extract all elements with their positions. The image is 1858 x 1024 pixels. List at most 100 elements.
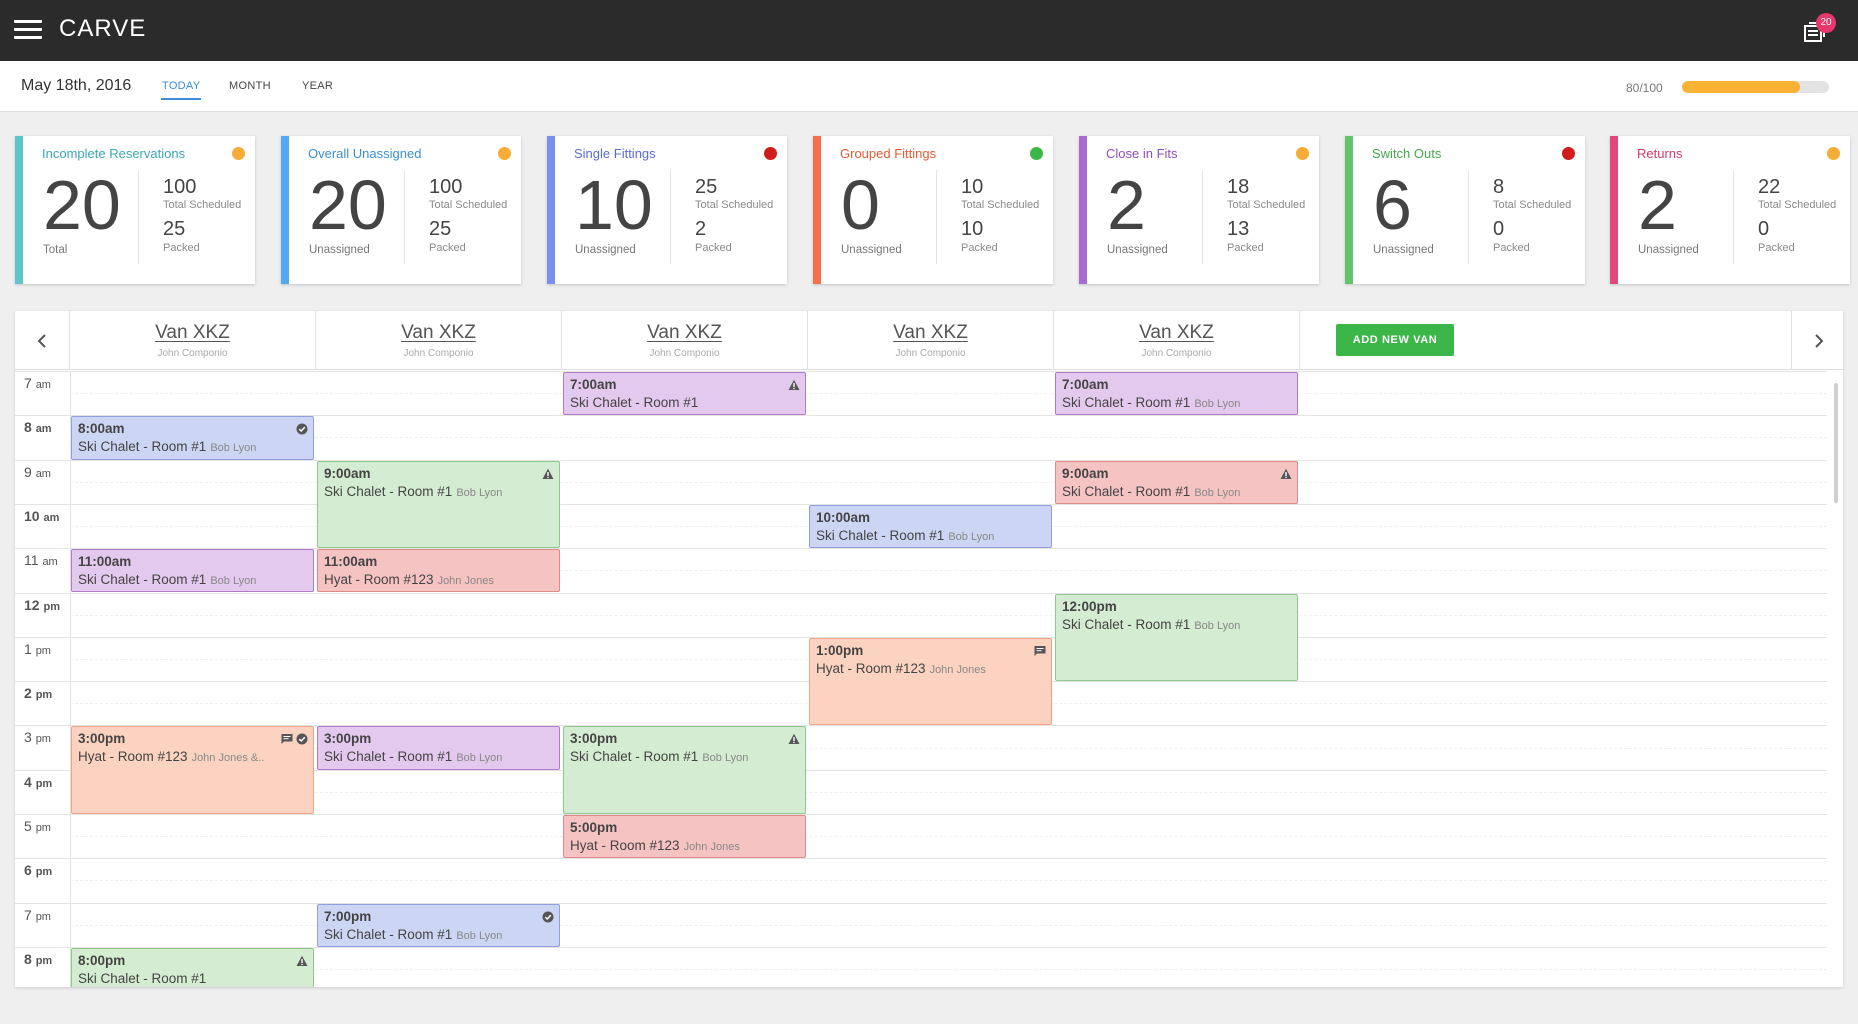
status-dot [764,147,777,160]
stat-card-scheduled-label: Total Scheduled [1227,199,1306,211]
schedule-event[interactable]: 11:00am Ski Chalet - Room #1 Bob Lyon [71,549,314,593]
tab-year[interactable]: YEAR [302,80,333,92]
schedule-event[interactable]: 9:00am Ski Chalet - Room #1 Bob Lyon [1055,460,1298,504]
schedule-event[interactable]: 3:00pm Ski Chalet - Room #1 Bob Lyon [563,726,806,814]
warning-icon [296,954,308,966]
hour-suffix: pm [35,777,53,790]
stat-card-scheduled-value: 100 [163,176,197,198]
van-name-link[interactable]: Van XKZ [1054,322,1299,344]
schedule-event[interactable]: 7:00pm Ski Chalet - Room #1 Bob Lyon [317,903,560,947]
schedule-event[interactable]: 10:00am Ski Chalet - Room #1 Bob Lyon [809,504,1052,549]
prev-arrow-button[interactable] [15,311,70,370]
event-status-icons [788,732,800,745]
stat-card-divider [1733,170,1734,264]
stat-card-packed-label: Packed [1493,242,1530,254]
schedule-event[interactable]: 5:00pm Hyat - Room #123 John Jones [563,815,806,859]
hour-label: 6 pm [24,862,52,878]
stat-card-scheduled-value: 22 [1758,176,1781,198]
event-time: 7:00am [1062,377,1109,392]
schedule-event[interactable]: 3:00pm Ski Chalet - Room #1 Bob Lyon [317,726,560,770]
stat-card[interactable]: Grouped Fittings 0 Unassigned 10 Total S… [813,136,1053,284]
stat-card-scheduled-label: Total Scheduled [961,199,1040,211]
stat-card-packed-label: Packed [1227,242,1264,254]
schedule-event[interactable]: 3:00pm Hyat - Room #123 John Jones &.. [71,726,314,814]
hour-label: 11 am [24,552,58,568]
van-driver: John Componio [649,348,720,359]
column-separator [1300,371,1301,987]
schedule-event[interactable]: 12:00pm Ski Chalet - Room #1 Bob Lyon [1055,593,1298,682]
stat-card-scheduled-value: 10 [961,176,984,198]
event-location: Hyat - Room #123 [324,572,434,588]
stat-card-packed-value: 2 [695,218,707,240]
app-logo[interactable]: CARVE [59,15,146,43]
stat-card-title: Incomplete Reservations [42,146,186,161]
stat-card[interactable]: Overall Unassigned 20 Unassigned 100 Tot… [281,136,521,284]
half-hour-gridline [70,836,1827,838]
stat-card[interactable]: Switch Outs 6 Unassigned 8 Total Schedul… [1345,136,1585,284]
hour-label: 8 pm [24,951,52,967]
half-hour-gridline [70,969,1827,971]
stat-card[interactable]: Single Fittings 10 Unassigned 25 Total S… [547,136,787,284]
stat-card-title: Returns [1637,146,1683,161]
event-person: Bob Lyon [456,486,503,499]
event-location: Ski Chalet - Room #1 [78,970,207,986]
stat-card-main-label: Unassigned [1373,244,1434,256]
schedule-event[interactable]: 8:00pm Ski Chalet - Room #1 [71,947,314,987]
stat-card-packed-value: 10 [961,218,984,240]
stat-card-main-value: 20 [309,166,387,244]
van-name-link[interactable]: Van XKZ [808,322,1053,344]
stat-card[interactable]: Close in Fits 2 Unassigned 18 Total Sche… [1079,136,1319,284]
stat-card-scheduled-value: 8 [1493,176,1505,198]
hour-label: 12 pm [24,597,60,613]
schedule-event[interactable]: 7:00am Ski Chalet - Room #1 Bob Lyon [1055,372,1298,416]
hamburger-menu-icon[interactable] [14,20,42,40]
van-name-link[interactable]: Van XKZ [562,322,807,344]
stat-card-packed-value: 13 [1227,218,1250,240]
hour-number: 2 [24,685,32,702]
status-dot [1296,147,1309,160]
check-icon [296,422,308,435]
event-time: 8:00pm [78,952,126,968]
hour-number: 1 [24,640,32,657]
add-new-van-button[interactable]: ADD NEW VAN [1336,324,1454,356]
van-name-link[interactable]: Van XKZ [316,322,561,344]
stat-card-scheduled-value: 100 [429,176,463,198]
next-arrow-button[interactable] [1791,311,1843,370]
stat-card-divider [138,170,139,264]
tab-month[interactable]: MONTH [229,80,271,92]
schedule-event[interactable]: 7:00am Ski Chalet - Room #1 [563,372,806,416]
schedule-event[interactable]: 9:00am Ski Chalet - Room #1 Bob Lyon [317,460,560,549]
status-dot [1030,147,1043,160]
vertical-scrollbar[interactable] [1834,383,1838,503]
tab-today[interactable]: TODAY [162,80,200,92]
status-dot [498,147,511,160]
status-dot [232,147,245,160]
van-name-link[interactable]: Van XKZ [70,322,315,344]
warning-icon [1280,467,1292,479]
stat-card[interactable]: Returns 2 Unassigned 22 Total Scheduled … [1610,136,1850,284]
van-column-header: Van XKZ John Componio [70,311,316,370]
event-time: 10:00am [816,509,871,525]
event-location: Ski Chalet - Room #1 [324,749,453,765]
hour-label: 5 pm [24,818,51,834]
hour-number: 10 [24,507,40,524]
stat-card-scheduled-label: Total Scheduled [1493,199,1572,211]
hour-label: 7 pm [24,907,51,923]
top-bar: CARVE 20 [0,0,1858,61]
schedule-event[interactable]: 11:00am Hyat - Room #123 John Jones [317,549,560,593]
event-location: Hyat - Room #123 [816,660,926,676]
hour-label: 9 am [24,464,51,480]
hour-suffix: pm [35,954,53,967]
stat-card-main-label: Unassigned [575,244,636,256]
event-status-icons [296,422,308,435]
schedule-event[interactable]: 8:00am Ski Chalet - Room #1 Bob Lyon [71,416,314,460]
van-column-header: Van XKZ John Componio [316,311,562,370]
hour-number: 3 [24,729,32,746]
schedule-event[interactable]: 1:00pm Hyat - Room #123 John Jones [809,637,1052,726]
event-time: 3:00pm [570,731,618,747]
stat-card[interactable]: Incomplete Reservations 20 Total 100 Tot… [15,136,255,284]
stat-card-main-value: 2 [1638,166,1677,244]
van-schedule: Van XKZ John Componio Van XKZ John Compo… [15,311,1843,987]
schedule-header: Van XKZ John Componio Van XKZ John Compo… [15,311,1843,370]
half-hour-gridline [70,614,1827,616]
